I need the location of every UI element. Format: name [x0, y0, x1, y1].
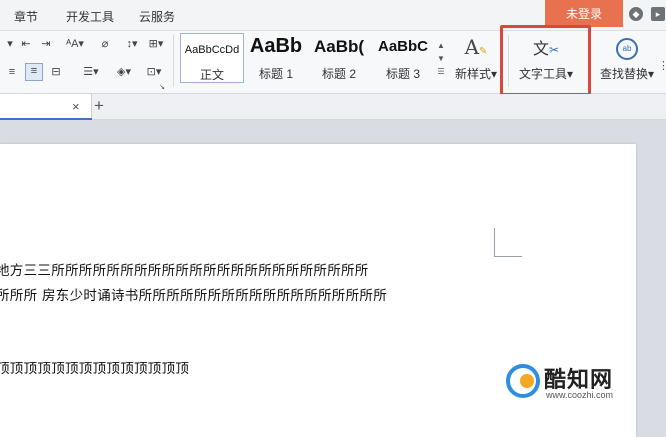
coozhi-logo-icon: [506, 364, 540, 398]
skin-icon[interactable]: ◆: [629, 7, 643, 21]
align-center-icon[interactable]: ≡: [4, 65, 20, 79]
gallery-more-icon[interactable]: ☰: [437, 65, 445, 78]
site-watermark: 酷知网 www.coozhi.com: [500, 358, 638, 410]
shading-icon[interactable]: ◈▾: [111, 65, 137, 79]
gallery-scroll[interactable]: ▲ ▼ ☰: [437, 39, 445, 79]
gallery-up-icon[interactable]: ▲: [437, 39, 445, 52]
watermark-url: www.coozhi.com: [546, 390, 614, 400]
style-label: 正文: [199, 68, 224, 82]
justify-icon[interactable]: ≡: [25, 63, 43, 81]
document-tab-bar: × +: [0, 94, 666, 120]
ribbon-more-icon[interactable]: ⋮: [658, 59, 666, 73]
menu-developer-tools[interactable]: 开发工具: [66, 8, 114, 25]
style-sample: AaBbC: [377, 38, 428, 55]
document-tab[interactable]: ×: [0, 94, 92, 120]
new-style-label: 新样式: [454, 67, 491, 81]
find-replace-label: 查找替换: [599, 67, 648, 81]
gallery-down-icon[interactable]: ▼: [437, 52, 445, 65]
sort-icon[interactable]: ↕▾: [122, 37, 142, 51]
login-button[interactable]: 未登录: [545, 0, 623, 27]
style-label: 标题 3: [385, 67, 420, 81]
menu-chapter[interactable]: 章节: [14, 8, 38, 25]
new-tab-icon[interactable]: +: [94, 96, 104, 116]
new-style-icon: A✎: [464, 35, 488, 59]
highlight-annotation: [500, 25, 591, 96]
table-icon[interactable]: ⊞▾: [146, 37, 166, 51]
border-icon[interactable]: ⊡▾: [142, 65, 166, 79]
style-normal[interactable]: AaBbCcDd 正文: [180, 33, 244, 83]
find-replace-icon: ab: [596, 35, 658, 60]
style-label: 标题 1: [258, 67, 293, 81]
close-icon[interactable]: ×: [72, 99, 80, 114]
distribute-icon[interactable]: ⊟: [48, 65, 64, 79]
style-heading-1[interactable]: AaBb 标题 1: [246, 33, 306, 83]
document-paragraph[interactable]: 顶顶顶顶顶顶顶顶顶顶顶顶顶顶: [0, 357, 189, 377]
line-spacing-icon[interactable]: ☰▾: [79, 65, 103, 79]
document-paragraph[interactable]: 地方三三所所所所所所所所所所所所所所所所所所所所所所所: [0, 259, 369, 279]
paragraph-settings-icon[interactable]: ↘: [158, 81, 166, 95]
font-case-icon[interactable]: ᴬA▾: [61, 37, 89, 51]
divider: [173, 35, 174, 87]
clear-format-icon[interactable]: ⌀: [97, 37, 113, 51]
style-gallery: AaBbCcDd 正文 AaBb 标题 1 AaBb( 标题 2 AaBbC 标…: [180, 33, 436, 85]
increase-indent-icon[interactable]: ⇥: [38, 37, 54, 51]
style-sample: AaBb: [249, 35, 303, 57]
style-heading-2[interactable]: AaBb( 标题 2: [308, 33, 370, 83]
decrease-indent-icon[interactable]: ⇤: [18, 37, 34, 51]
style-sample: AaBb(: [313, 37, 365, 56]
find-replace-button[interactable]: ab 查找替换▾: [596, 33, 658, 87]
margin-marker: [494, 228, 495, 256]
new-style-button[interactable]: A✎ 新样式▾: [450, 33, 502, 87]
document-paragraph[interactable]: 所所所 房东少时诵诗书所所所所所所所所所所所所所所所所所所: [0, 284, 387, 304]
style-heading-3[interactable]: AaBbC 标题 3: [372, 33, 434, 83]
menu-cloud-service[interactable]: 云服务: [139, 8, 175, 25]
style-label: 标题 2: [321, 67, 356, 81]
style-sample: AaBbCcDd: [184, 44, 240, 56]
margin-marker: [494, 256, 522, 257]
list-dropdown-icon[interactable]: ▾: [2, 37, 18, 51]
settings-icon[interactable]: ▸: [651, 7, 665, 21]
